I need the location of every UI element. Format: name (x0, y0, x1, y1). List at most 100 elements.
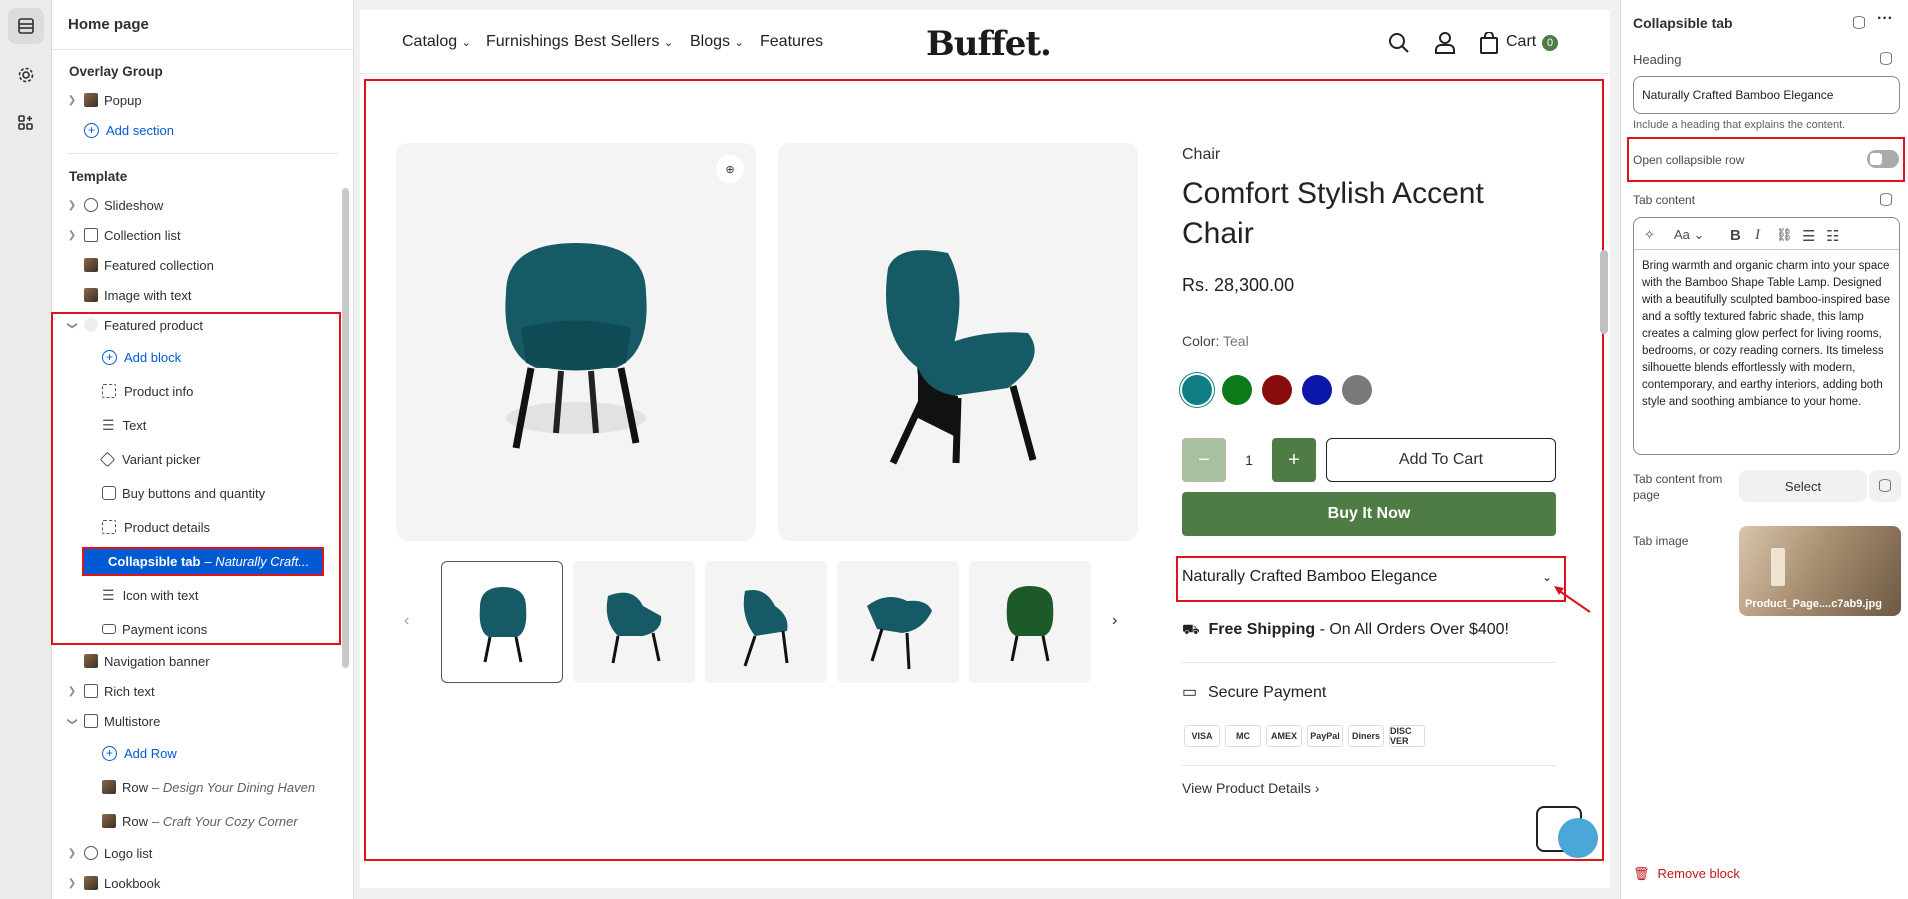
sidebar-item-featured-collection[interactable]: Featured collection (64, 252, 334, 278)
plus-circle-icon: + (84, 122, 99, 138)
tab-image-label: Tab image (1633, 534, 1689, 548)
chevron-right-icon[interactable]: ❯ (64, 848, 80, 859)
tab-content-from-page-label: Tab content from page (1633, 472, 1723, 502)
italic-icon[interactable]: I (1755, 227, 1760, 244)
trash-icon: 🗑 (1633, 866, 1650, 881)
multistore-row-cozy[interactable]: Row – Craft Your Cozy Corner (98, 808, 334, 834)
database-icon[interactable] (1880, 193, 1892, 206)
annotation-highlight-featured-product-section (364, 79, 1604, 861)
sidebar-item-label: Lookbook (104, 875, 161, 891)
panel-title: Collapsible tab (1633, 15, 1733, 31)
heading-input[interactable]: Naturally Crafted Bamboo Elegance (1633, 76, 1900, 114)
database-icon[interactable] (1853, 16, 1865, 29)
row-thumbnail-icon (102, 780, 116, 794)
sidebar-item-label: Rich text (104, 683, 155, 699)
sidebar-item-popup[interactable]: ❯ Popup (64, 87, 334, 113)
chevron-down-icon: ⌄ (461, 37, 471, 49)
nav-furnishings[interactable]: Furnishings (486, 33, 569, 51)
sidebar-item-lookbook[interactable]: ❯ Lookbook (64, 870, 334, 896)
apps-nav-button[interactable] (8, 105, 44, 141)
sidebar-item-label: Image with text (104, 287, 192, 303)
sections-sidebar: Home page Overlay Group ❯ Popup + Add se… (51, 0, 354, 899)
add-row-button[interactable]: + Add Row (98, 740, 368, 766)
annotation-highlight-featured-product (51, 312, 341, 645)
tab-content-text[interactable]: Bring warmth and organic charm into your… (1634, 250, 1899, 419)
sidebar-scrollbar[interactable] (342, 188, 349, 668)
chevron-down-icon[interactable]: ❯ (67, 713, 78, 729)
ai-sparkle-icon[interactable]: ✧ (1644, 227, 1655, 243)
chevron-right-icon[interactable]: ❯ (64, 686, 80, 697)
row-sublabel: – Design Your Dining Haven (152, 779, 316, 795)
lookbook-thumbnail-icon (84, 876, 98, 890)
bold-icon[interactable]: B (1730, 227, 1741, 244)
block-settings-panel: Collapsible tab ··· Heading Naturally Cr… (1620, 0, 1908, 899)
sidebar-item-label: Collection list (104, 227, 181, 243)
multistore-icon (84, 714, 98, 728)
popup-thumbnail-icon (84, 93, 98, 107)
store-logo[interactable]: Buffet. (926, 24, 1052, 64)
add-row-label: Add Row (124, 745, 177, 761)
database-icon[interactable] (1880, 52, 1892, 65)
nav-best-sellers[interactable]: Best Sellers ⌄ (574, 33, 673, 51)
tab-content-editor[interactable]: ✧ Aa ⌄ B I ⛓ ☰ ☷ Bring warmth and organi… (1633, 217, 1900, 455)
chevron-right-icon[interactable]: ❯ (64, 230, 80, 241)
navigation-banner-thumbnail-icon (84, 654, 98, 668)
row-sublabel: – Craft Your Cozy Corner (152, 813, 298, 829)
row-thumbnail-icon (102, 814, 116, 828)
annotation-highlight-toggle (1627, 137, 1905, 182)
sidebar-item-logo-list[interactable]: ❯ Logo list (64, 840, 334, 866)
lamp-shape (1771, 548, 1785, 586)
sidebar-item-label: Featured collection (104, 257, 214, 273)
multistore-row-dining[interactable]: Row – Design Your Dining Haven (98, 774, 334, 800)
more-options-icon[interactable]: ··· (1877, 10, 1893, 28)
rich-text-toolbar: ✧ Aa ⌄ B I ⛓ ☰ ☷ (1634, 218, 1899, 250)
search-icon[interactable] (1388, 32, 1410, 54)
heading-label: Heading (1633, 52, 1682, 67)
database-icon (1879, 479, 1891, 492)
nav-catalog[interactable]: Catalog ⌄ (402, 33, 471, 51)
add-section-label: Add section (106, 122, 174, 138)
numbered-list-icon[interactable]: ☷ (1826, 227, 1839, 245)
gear-icon (18, 67, 34, 83)
bullet-list-icon[interactable]: ☰ (1802, 227, 1815, 245)
nav-features[interactable]: Features (760, 33, 823, 51)
chevron-right-icon[interactable]: ❯ (64, 95, 80, 106)
sidebar-item-label: Navigation banner (104, 653, 210, 669)
slideshow-icon (84, 198, 98, 212)
cart-link[interactable]: Cart (1506, 33, 1536, 51)
remove-block-button[interactable]: 🗑 Remove block (1633, 866, 1740, 882)
link-icon[interactable]: ⛓ (1776, 227, 1793, 243)
featured-collection-thumbnail-icon (84, 258, 98, 272)
tab-content-page-select[interactable]: Select (1739, 470, 1867, 502)
tab-content-label: Tab content (1633, 193, 1696, 207)
sidebar-item-slideshow[interactable]: ❯ Slideshow (64, 192, 334, 218)
add-section-button[interactable]: + Add section (80, 117, 350, 143)
preview-scrollbar[interactable] (1600, 250, 1608, 334)
cart-bag-icon[interactable] (1480, 32, 1498, 54)
sidebar-title: Home page (52, 0, 353, 50)
sidebar-item-navigation-banner[interactable]: Navigation banner (64, 648, 334, 674)
chevron-right-icon[interactable]: ❯ (64, 878, 80, 889)
apps-icon (18, 115, 33, 130)
collection-list-icon (84, 228, 98, 242)
sidebar-item-label: Slideshow (104, 197, 164, 213)
chevron-right-icon[interactable]: ❯ (64, 200, 80, 211)
sections-icon (18, 18, 34, 34)
sidebar-item-rich-text[interactable]: ❯ Rich text (64, 678, 334, 704)
overlay-group-title: Overlay Group (69, 64, 163, 79)
sidebar-item-collection-list[interactable]: ❯ Collection list (64, 222, 334, 248)
sidebar-item-image-with-text[interactable]: Image with text (64, 282, 334, 308)
image-with-text-thumbnail-icon (84, 288, 98, 302)
sidebar-item-multistore[interactable]: ❯ Multistore (64, 708, 334, 734)
sections-nav-button[interactable] (8, 8, 44, 44)
sidebar-item-label: Logo list (104, 845, 153, 861)
text-style-icon[interactable]: Aa ⌄ (1674, 227, 1704, 243)
settings-nav-button[interactable] (8, 57, 44, 93)
account-icon[interactable] (1434, 31, 1456, 54)
nav-blogs[interactable]: Blogs ⌄ (690, 33, 744, 51)
tab-image-preview[interactable]: Product_Page....c7ab9.jpg (1739, 526, 1901, 616)
connect-source-button[interactable] (1869, 470, 1901, 502)
sidebar-item-label: Popup (104, 92, 142, 108)
logo-list-icon (84, 846, 98, 860)
app-rail (0, 0, 52, 899)
